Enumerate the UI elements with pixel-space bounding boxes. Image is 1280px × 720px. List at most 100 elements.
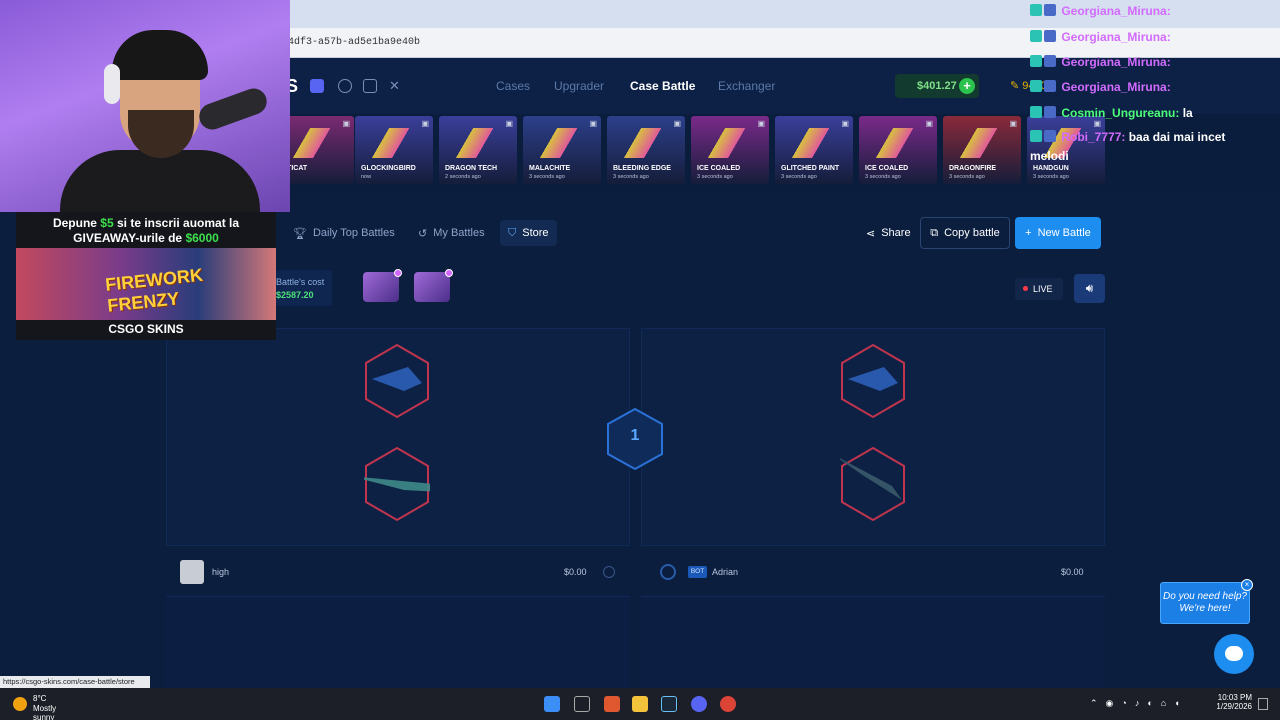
skin-image — [453, 128, 503, 158]
brave-icon[interactable] — [604, 696, 620, 712]
chat-message: Georgiana_Miruna: — [1030, 30, 1171, 44]
store-label: Store — [522, 227, 549, 239]
my-battles-label: My Battles — [433, 227, 485, 239]
facebook-icon[interactable] — [338, 79, 352, 93]
chat-user: Georgiana_Miruna: — [1061, 80, 1171, 94]
live-indicator: LIVE — [1015, 278, 1063, 300]
webcam-figure — [60, 150, 260, 212]
help-line-2: We're here! — [1179, 603, 1231, 614]
share-button[interactable]: ⋖ Share — [858, 220, 919, 246]
help-bubble[interactable]: Do you need help? We're here! × — [1160, 579, 1253, 624]
chat-badge-icon — [1044, 80, 1056, 92]
case-thumbnail[interactable] — [363, 269, 402, 302]
close-icon[interactable]: × — [1241, 579, 1253, 591]
new-battle-button[interactable]: + New Battle — [1015, 217, 1101, 249]
system-tray-icons[interactable]: ⌃◉◔♪◐⌂◖ — [1090, 698, 1188, 709]
skin-image — [873, 128, 923, 158]
promo-text: Depune $5 si te inscrii auomat la GIVEAW… — [16, 216, 276, 246]
round-counter: 1 — [606, 407, 664, 471]
my-battles-tab[interactable]: ↺ My Battles — [410, 220, 493, 246]
item-slot-hex — [841, 343, 905, 419]
drop-name: MALACHITE — [529, 165, 571, 172]
drop-item[interactable]: ▣ ICE COALED 3 seconds ago — [691, 116, 769, 184]
promo-text-part: Depune — [52, 216, 101, 230]
drop-time: now — [361, 174, 372, 180]
case-icon: ▣ — [342, 119, 350, 128]
chat-badge-icon — [1044, 4, 1056, 16]
store-tab[interactable]: ⛉ Store — [500, 220, 557, 246]
promo-art-title: FIREWORK FRENZY — [104, 264, 204, 316]
promo-amount: $6000 — [185, 231, 219, 245]
drop-item[interactable]: ▣ DRAGONFIRE 3 seconds ago — [943, 116, 1021, 184]
share-label: Share — [881, 227, 911, 239]
nav-upgrader[interactable]: Upgrader — [554, 79, 604, 93]
chat-badge-icon — [1044, 30, 1056, 42]
case-icon: ▣ — [505, 119, 513, 128]
copy-battle-button[interactable]: ⧉ Copy battle — [920, 217, 1010, 249]
deposit-plus-icon[interactable]: + — [959, 78, 975, 94]
live-label: LIVE — [1033, 284, 1053, 294]
battle-cost-label: Battle's cost — [276, 277, 325, 287]
steam-icon[interactable] — [661, 696, 677, 712]
bot-tag: BOT — [688, 566, 707, 578]
skin-image — [621, 128, 671, 158]
support-chat-button[interactable] — [1214, 634, 1254, 674]
chat-badge-icon — [1030, 80, 1042, 92]
case-icon: ▣ — [673, 119, 681, 128]
chat-text: baa dai mai incet — [1128, 130, 1226, 144]
promo-amount: $5 — [100, 216, 114, 230]
chat-user: Robi_7777: — [1061, 130, 1126, 144]
drop-item[interactable]: ▣ GLOCKINGBIRD now — [355, 116, 433, 184]
chat-user: Georgiana_Miruna: — [1061, 4, 1171, 18]
discord-icon[interactable] — [310, 79, 324, 93]
promo-artwork: FIREWORK FRENZY — [16, 248, 276, 320]
battle-cost-value: $2587.20 — [276, 290, 314, 300]
chat-message: Georgiana_Miruna: — [1030, 80, 1171, 94]
sun-icon — [13, 697, 27, 711]
weather-desc: Mostly sunny — [33, 704, 57, 720]
chrome-icon[interactable] — [720, 696, 736, 712]
drop-time: 3 seconds ago — [781, 174, 817, 180]
items-won-area-left — [166, 596, 630, 688]
drop-item[interactable]: ▣ ICE COALED 3 seconds ago — [859, 116, 937, 184]
chat-message: Robi_7777: baa dai mai incet — [1030, 130, 1225, 144]
streamer-webcam — [0, 0, 290, 212]
speaker-icon: 🔊︎ — [1085, 281, 1094, 295]
case-icon: ▣ — [421, 119, 429, 128]
x-icon[interactable]: ✕ — [389, 79, 403, 93]
sound-toggle-button[interactable]: 🔊︎ — [1074, 274, 1105, 303]
start-icon[interactable] — [544, 696, 560, 712]
clock[interactable]: 10:03 PM 1/29/2026 — [1208, 693, 1252, 711]
drop-item[interactable]: ▣ MALACHITE 3 seconds ago — [523, 116, 601, 184]
clock-time: 10:03 PM — [1217, 693, 1252, 702]
case-thumbnail[interactable] — [414, 269, 453, 302]
balance-display[interactable]: $401.27 + — [895, 74, 979, 98]
notification-icon[interactable] — [1258, 698, 1268, 710]
chat-bubble-icon — [1225, 646, 1243, 661]
webcam-figure — [112, 30, 208, 80]
drop-item[interactable]: ▣ GLITCHED PAINT 3 seconds ago — [775, 116, 853, 184]
item-slot-hex — [364, 446, 430, 522]
skin-image — [537, 128, 587, 158]
copy-label: Copy battle — [944, 227, 1000, 239]
case-icon: ▣ — [589, 119, 597, 128]
daily-top-battles-tab[interactable]: 🏆︎ Daily Top Battles — [285, 220, 403, 246]
chat-badge-icon — [1030, 30, 1042, 42]
instagram-icon[interactable] — [363, 79, 377, 93]
drop-item[interactable]: ▣ BLEEDING EDGE 3 seconds ago — [607, 116, 685, 184]
skin-image — [705, 128, 755, 158]
nav-case-battle[interactable]: Case Battle — [630, 79, 695, 93]
webcam-figure — [104, 64, 120, 104]
drop-item[interactable]: ▣ DRAGON TECH 2 seconds ago — [439, 116, 517, 184]
battle-cost: Battle's cost $2587.20 — [276, 270, 332, 306]
task-view-icon[interactable] — [574, 696, 590, 712]
chat-badge-icon — [1030, 55, 1042, 67]
case-icon: ▣ — [757, 119, 765, 128]
discord-taskbar-icon[interactable] — [691, 696, 707, 712]
chat-message: Georgiana_Miruna: — [1030, 55, 1171, 69]
nav-cases[interactable]: Cases — [496, 79, 530, 93]
folder-icon[interactable] — [632, 696, 648, 712]
case-badge-icon — [445, 269, 453, 277]
nav-exchanger[interactable]: Exchanger — [718, 79, 775, 93]
chat-text: la — [1182, 106, 1193, 120]
